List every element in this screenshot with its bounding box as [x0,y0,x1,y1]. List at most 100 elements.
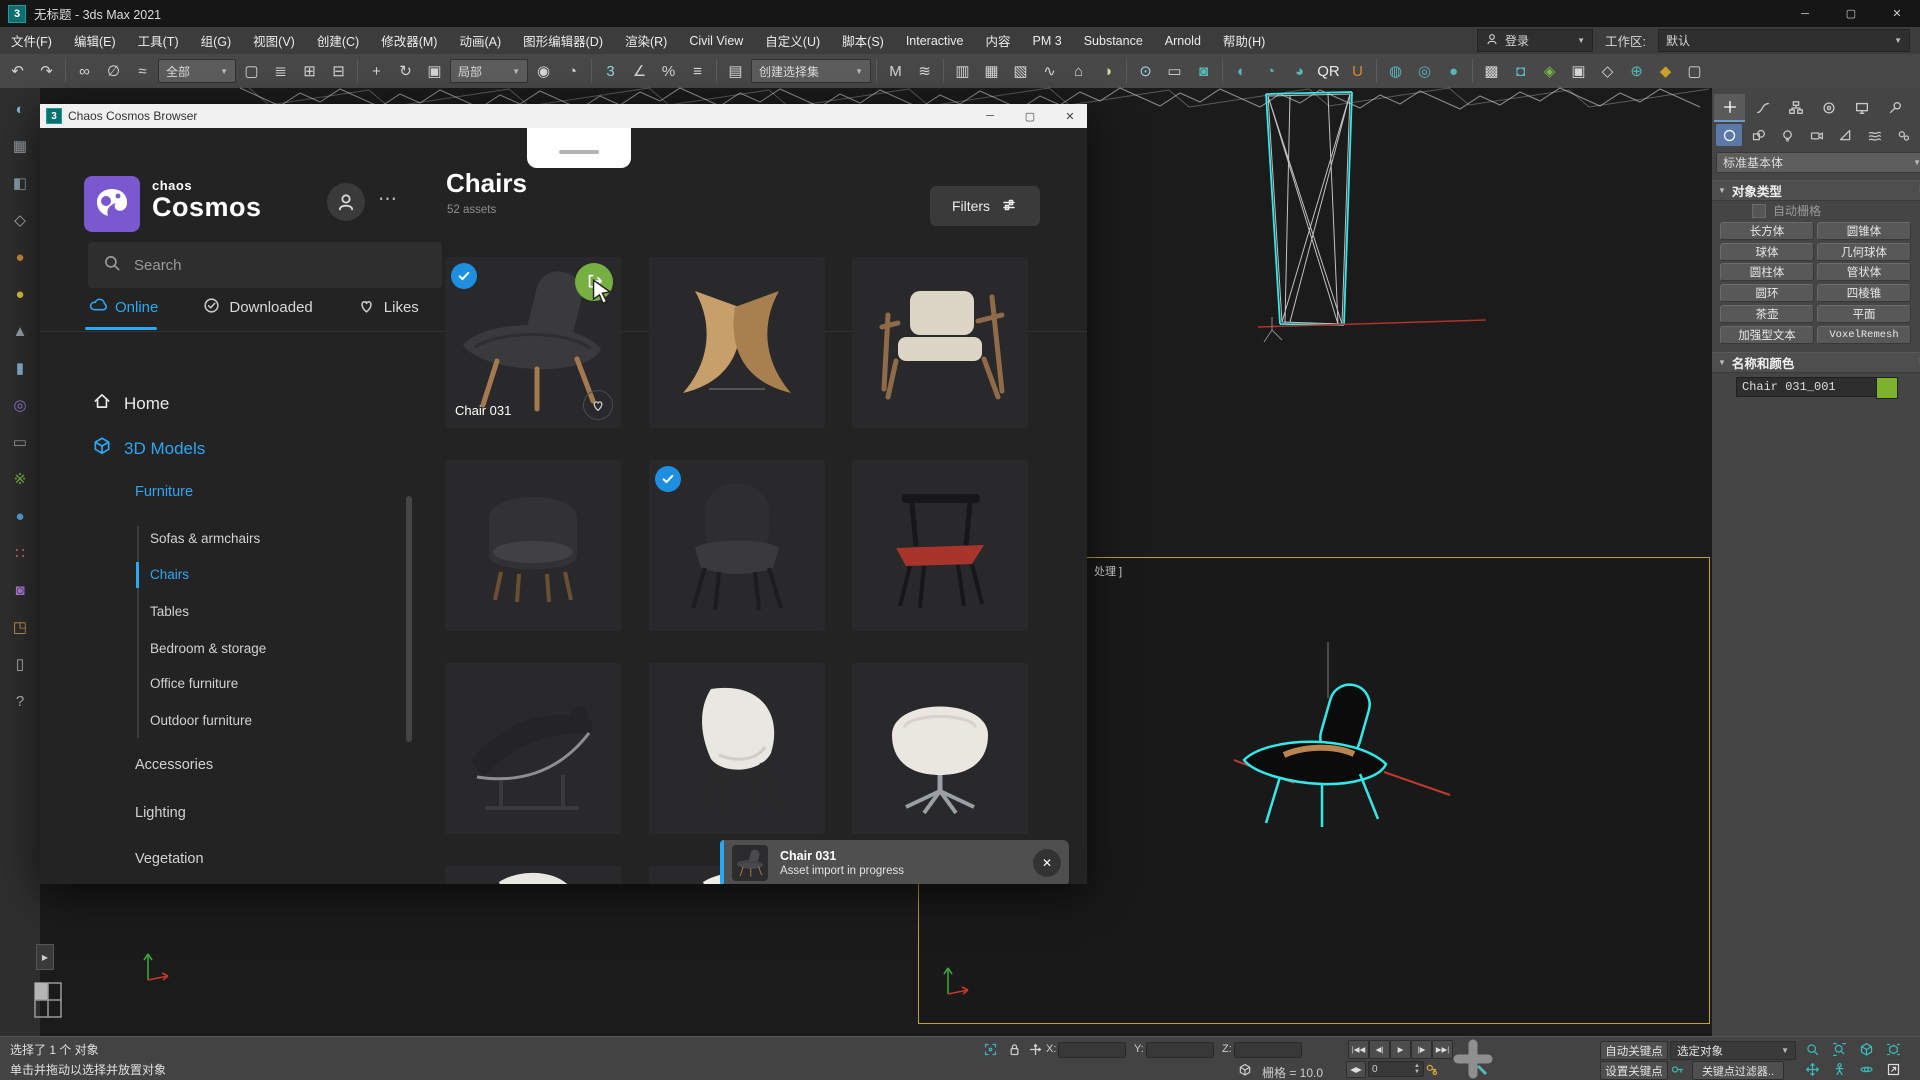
select-and-rotate-icon[interactable]: ↻ [392,58,419,85]
menu-自定义(U)[interactable]: 自定义(U) [754,27,831,54]
systems-category[interactable] [1890,124,1916,146]
toggle-scene-explorer-icon[interactable]: ▥ [949,58,976,85]
material-editor-icon[interactable]: ◑ [1094,58,1121,85]
primitive-四棱锥-button[interactable]: 四棱锥 [1817,284,1911,302]
help-tool-icon[interactable]: ? [9,690,31,712]
undo-icon[interactable]: ↶ [4,58,31,85]
sidebar-item-home[interactable]: Home [92,391,169,416]
autogrid-checkbox[interactable] [1752,204,1766,218]
angle-snap-icon[interactable]: ∠ [626,58,653,85]
mirror-icon[interactable]: M [882,58,909,85]
menu-修改器(M)[interactable]: 修改器(M) [370,27,448,54]
object-color-swatch[interactable] [1876,377,1898,399]
sidebar-scrollbar[interactable] [406,496,412,742]
rendered-frame-icon[interactable]: ▭ [1161,58,1188,85]
sidebar-item-furniture[interactable]: Furniture [135,484,193,500]
zoom-all-icon[interactable] [1827,1040,1851,1058]
cloud-icon-icon[interactable]: ◔ [1257,58,1284,85]
key-mode-dropdown[interactable]: 选定对象 ▼ [1670,1041,1796,1060]
menu-组(G)[interactable]: 组(G) [190,27,243,54]
misc-2-icon[interactable]: ◘ [1507,58,1534,85]
arnold-tool-icon[interactable]: ◎ [1411,58,1438,85]
asset-tile[interactable] [649,257,825,428]
primitive-圆环-button[interactable]: 圆环 [1720,284,1814,302]
cone-tool-icon[interactable]: ▲ [9,320,31,342]
u-tool-icon[interactable]: U [1344,58,1371,85]
set-key-button[interactable]: 设置关键点 [1600,1061,1668,1080]
misc-4-icon[interactable]: ▣ [1565,58,1592,85]
menu-工具(T)[interactable]: 工具(T) [127,27,190,54]
pan-view-icon[interactable] [1800,1060,1824,1078]
freeform-tab-icon[interactable]: ▦ [9,135,31,157]
frame-step-toggle[interactable]: ◀▶ [1346,1061,1366,1078]
maximize-viewport-icon[interactable] [1881,1060,1905,1078]
menu-Civil View[interactable]: Civil View [678,27,754,54]
asset-tile[interactable] [649,460,825,631]
select-and-manipulate-icon[interactable]: ◔ [559,58,586,85]
state-sets-icon[interactable]: ◕ [1286,58,1313,85]
misc-7-icon[interactable]: ◆ [1652,58,1679,85]
tab-likes[interactable]: Likes [357,296,419,319]
selection-lock-icon[interactable] [1007,1042,1022,1060]
bind-to-space-warp-icon[interactable]: ≈ [129,58,156,85]
curve-editor-icon[interactable]: ∿ [1036,58,1063,85]
window-crossing-icon[interactable]: ⊟ [325,58,352,85]
isolate-selection-icon[interactable] [983,1042,998,1060]
render-production-icon[interactable]: ◙ [1190,58,1217,85]
named-selection-sets-dropdown[interactable]: 创建选择集▼ [751,59,871,83]
tab-online[interactable]: Online [88,296,158,319]
misc-6-icon[interactable]: ⊕ [1623,58,1650,85]
object-type-rollout[interactable]: ▼ 对象类型 ⠿ [1712,180,1920,201]
asset-tile[interactable] [445,460,621,631]
menu-文件(F)[interactable]: 文件(F) [0,27,63,54]
next-frame-button[interactable]: |▶ [1411,1040,1432,1059]
menu-脚本(S)[interactable]: 脚本(S) [831,27,895,54]
ribbon-toggle-icon[interactable]: ▧ [1007,58,1034,85]
rect-selection-region-icon[interactable]: ⊞ [296,58,323,85]
primitive-圆柱体-button[interactable]: 圆柱体 [1720,263,1814,281]
percent-snap-icon[interactable]: % [655,58,682,85]
spinner-snap-icon[interactable]: ≡ [684,58,711,85]
modeling-tab-icon[interactable]: ◐ [9,98,31,120]
cosmos-tool-icon[interactable]: ● [1440,58,1467,85]
primitive-长方体-button[interactable]: 长方体 [1720,222,1814,240]
primitive-几何球体-button[interactable]: 几何球体 [1817,243,1911,261]
go-to-end-button[interactable]: ▶▶| [1432,1040,1453,1059]
viewport-layout-tab[interactable] [32,980,66,1022]
misc-1-icon[interactable]: ▩ [1478,58,1505,85]
drop-tool-icon[interactable]: ● [9,505,31,527]
motion-tab[interactable] [1813,95,1844,121]
select-and-move-icon[interactable]: + [363,58,390,85]
filters-button[interactable]: Filters [930,186,1040,226]
misc-8-icon[interactable]: ▢ [1681,58,1708,85]
primitive-category-dropdown[interactable]: 标准基本体 ▼ [1716,152,1920,173]
time-config-icon[interactable] [1424,1062,1439,1080]
primitive-圆锥体-button[interactable]: 圆锥体 [1817,222,1911,240]
open-in-viewport-icon[interactable]: ◐ [1228,58,1255,85]
play-animation-button[interactable]: ▶ [1390,1040,1411,1059]
menu-动画(A)[interactable]: 动画(A) [448,27,512,54]
object-name-field[interactable]: Chair 031_001 [1736,377,1880,397]
sidebar-item-chairs[interactable]: Chairs [150,567,189,582]
asset-tile[interactable] [445,866,621,884]
x-coordinate-field[interactable] [1058,1042,1126,1058]
sidebar-item-accessories[interactable]: Accessories [135,757,213,773]
doc-tool-icon[interactable]: ▯ [9,653,31,675]
tab-downloaded[interactable]: Downloaded [202,296,312,319]
torus-tool-icon[interactable]: ◎ [9,394,31,416]
menu-Substance[interactable]: Substance [1073,27,1154,54]
spacewarps-category[interactable] [1861,124,1887,146]
display-tab[interactable] [1846,95,1877,121]
menu-Arnold[interactable]: Arnold [1154,27,1212,54]
sidebar-item-lighting[interactable]: Lighting [135,805,186,821]
multi-tool-icon[interactable]: ∷ [9,542,31,564]
asset-tile[interactable] [852,663,1028,834]
render-setup-icon[interactable]: ⊙ [1132,58,1159,85]
layer-manager-icon[interactable]: ▦ [978,58,1005,85]
substance-tool-icon[interactable]: ◍ [1382,58,1409,85]
sidebar-item-outdoor-furniture[interactable]: Outdoor furniture [150,713,252,728]
cylinder-tool-icon[interactable]: ▮ [9,357,31,379]
primitive-管状体-button[interactable]: 管状体 [1817,263,1911,281]
select-link-icon[interactable]: ∞ [71,58,98,85]
qr-tool-icon[interactable]: QR [1315,58,1342,85]
